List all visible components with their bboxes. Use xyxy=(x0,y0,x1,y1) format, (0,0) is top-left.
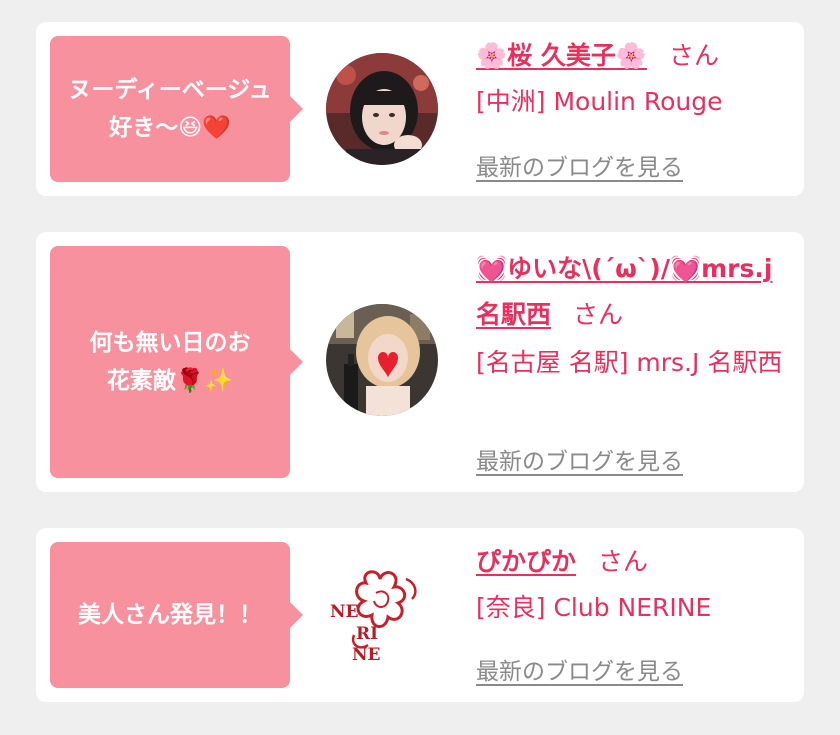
comment-bubble: ヌーディーベージュ好き〜😆❤️ xyxy=(50,36,303,182)
name-line: ぴかぴか さん xyxy=(476,540,791,584)
comment-bubble: 何も無い日のお花素敵🌹✨ xyxy=(50,246,303,478)
info-block: ぴかぴか さん [奈良] Club NERINE xyxy=(476,540,791,630)
shop-label: [奈良] Club NERINE xyxy=(476,593,712,622)
blog-card[interactable]: 何も無い日のお花素敵🌹✨ 💓ゆいな\(´ω`)/💓mrs.j名駅西 さん [名古屋… xyxy=(36,232,804,492)
logo-text-ne2: NE xyxy=(352,645,381,665)
nerine-logo[interactable]: NE RI NE xyxy=(326,559,438,671)
blog-card[interactable]: ヌーディーベージュ好き〜😆❤️ 🌸桜 久美子🌸 さん [中洲] Moulin Ro… xyxy=(36,22,804,196)
info-block: 💓ゆいな\(´ω`)/💓mrs.j名駅西 さん [名古屋 名駅] mrs.J 名駅… xyxy=(476,246,791,386)
shop-label: [名古屋 名駅] mrs.J 名駅西 xyxy=(476,348,783,377)
latest-blog-link[interactable]: 最新のブログを見る xyxy=(476,652,683,686)
cast-name-link[interactable]: 🌸桜 久美子🌸 xyxy=(476,41,647,70)
name-line: 🌸桜 久美子🌸 さん xyxy=(476,34,791,78)
logo-text-ri: RI xyxy=(356,624,378,644)
comment-text: ヌーディーベージュ好き〜😆❤️ xyxy=(68,77,272,141)
cast-name-link[interactable]: 💓ゆいな\(´ω`)/💓mrs.j名駅西 xyxy=(476,254,772,329)
cast-name-link[interactable]: ぴかぴか xyxy=(476,547,576,576)
info-block: 🌸桜 久美子🌸 さん [中洲] Moulin Rouge xyxy=(476,34,791,124)
avatar[interactable] xyxy=(326,53,438,165)
blog-card[interactable]: 美人さん発見！！ NE RI NE ぴかぴか さん [奈良] Club NERIN… xyxy=(36,528,804,702)
comment-bubble: 美人さん発見！！ xyxy=(50,542,303,688)
honorific: さん xyxy=(598,547,649,576)
comment-text: 何も無い日のお花素敵🌹✨ xyxy=(89,330,251,394)
comment-text: 美人さん発見！！ xyxy=(78,602,262,628)
avatar[interactable] xyxy=(326,304,438,416)
name-line: 💓ゆいな\(´ω`)/💓mrs.j名駅西 さん xyxy=(476,246,791,338)
logo-text-ne: NE xyxy=(330,602,359,622)
honorific: さん xyxy=(573,300,624,329)
honorific: さん xyxy=(668,41,719,70)
shop-label: [中洲] Moulin Rouge xyxy=(476,87,723,116)
latest-blog-link[interactable]: 最新のブログを見る xyxy=(476,148,683,182)
latest-blog-link[interactable]: 最新のブログを見る xyxy=(476,442,683,476)
